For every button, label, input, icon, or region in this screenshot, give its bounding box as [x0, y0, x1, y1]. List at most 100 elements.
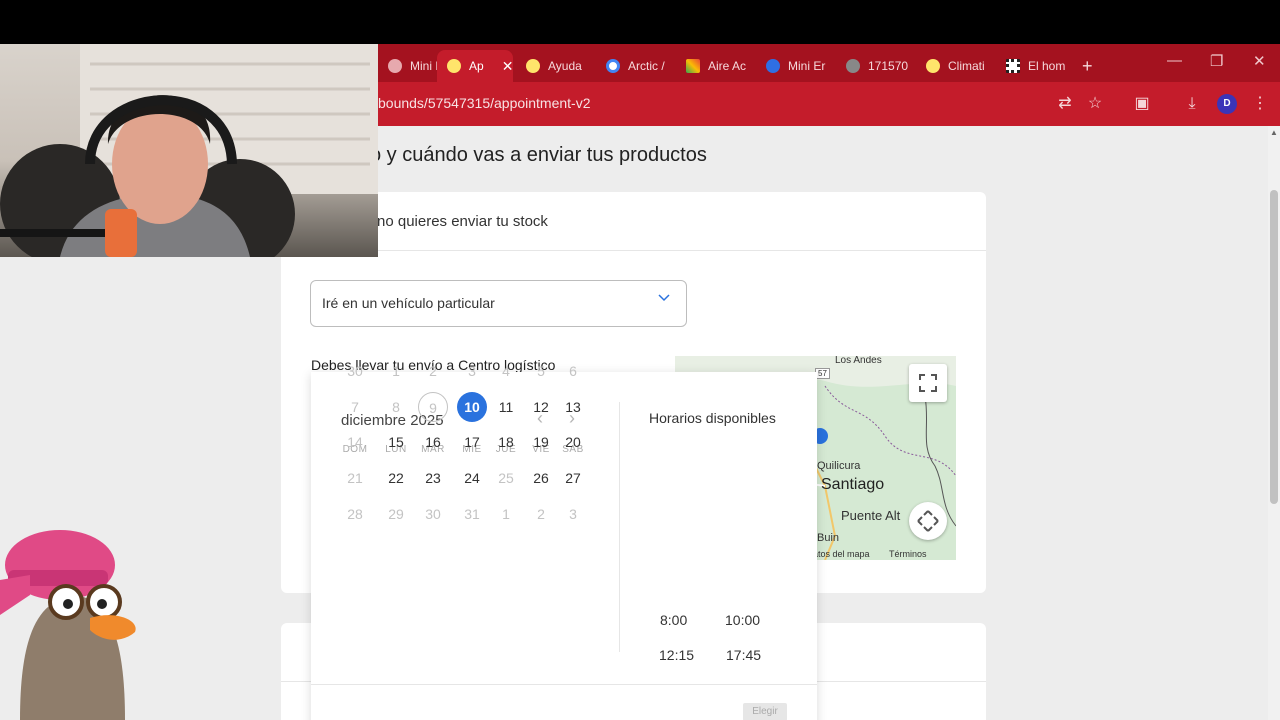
- calendar-day[interactable]: 20: [558, 427, 588, 457]
- shipping-method-select[interactable]: Iré en un vehículo particular: [310, 280, 687, 327]
- calendar-day[interactable]: 19: [526, 427, 556, 457]
- time-slot[interactable]: 12:15: [659, 647, 694, 663]
- star-icon[interactable]: ☆: [1085, 94, 1105, 114]
- calendar-day[interactable]: 18: [491, 427, 521, 457]
- card-title: no quieres enviar tu stock: [377, 213, 548, 230]
- calendar-day: 4: [502, 363, 510, 379]
- calendar-day[interactable]: 23: [418, 463, 448, 493]
- tab-ayuda[interactable]: Ayuda: [516, 50, 592, 82]
- colorful-icon: [686, 59, 700, 73]
- calendar-day[interactable]: 17: [457, 427, 487, 457]
- map-terms-link[interactable]: Términos: [889, 549, 927, 559]
- calendar-day: 3: [569, 506, 577, 522]
- translate-icon[interactable]: ⇄: [1055, 94, 1075, 114]
- calendar-day: 2: [537, 506, 545, 522]
- calendar-day: 30: [347, 363, 363, 379]
- tab-el-hom[interactable]: El hom: [996, 50, 1075, 82]
- webcam-overlay: [0, 44, 378, 257]
- map-pan-button[interactable]: [909, 502, 947, 540]
- tab-aire[interactable]: Aire Ac: [676, 50, 756, 82]
- tab-label: Ayuda: [548, 59, 582, 73]
- calendar-day[interactable]: 12: [526, 392, 556, 422]
- slots-title: Horarios disponibles: [649, 410, 776, 426]
- close-window-icon[interactable]: ✕: [1253, 52, 1266, 70]
- download-icon[interactable]: ⤓: [1182, 94, 1202, 114]
- screen-top-border: [0, 0, 1280, 44]
- calendar-day: 14: [347, 434, 363, 450]
- fullscreen-button[interactable]: [909, 364, 947, 402]
- calendar-day[interactable]: 11: [491, 392, 521, 422]
- calendar-day: 31: [464, 506, 480, 522]
- globe-icon: [846, 59, 860, 73]
- calendar-day[interactable]: 26: [526, 463, 556, 493]
- tab-label: Climati: [948, 59, 985, 73]
- restore-icon[interactable]: ❐: [1210, 52, 1223, 70]
- url-text[interactable]: bounds/57547315/appointment-v2: [378, 95, 591, 111]
- calendar-day: 21: [347, 470, 363, 486]
- chevron-down-icon: [658, 294, 670, 302]
- google-icon: [606, 59, 620, 73]
- minimize-icon[interactable]: —: [1167, 52, 1182, 69]
- time-slot[interactable]: 8:00: [660, 612, 687, 628]
- tab-171570[interactable]: 171570: [836, 50, 918, 82]
- tab-label: Mini Er: [788, 59, 826, 73]
- divider: [619, 402, 620, 652]
- calendar-day: 29: [388, 506, 404, 522]
- calendar-day: 8: [392, 399, 400, 415]
- new-tab-button[interactable]: +: [1072, 50, 1103, 82]
- webcam-person-image: [0, 44, 378, 257]
- page-title: o y cuándo vas a enviar tus productos: [370, 144, 707, 166]
- calendar-day[interactable]: 16: [418, 427, 448, 457]
- plus-icon: +: [1082, 55, 1093, 76]
- calendar-day[interactable]: 10: [457, 392, 487, 422]
- divider: [281, 250, 986, 251]
- time-slot[interactable]: 10:00: [725, 612, 760, 628]
- tab-climati[interactable]: Climati: [916, 50, 995, 82]
- divider: [311, 684, 817, 685]
- choose-button[interactable]: Elegir: [743, 703, 787, 720]
- calendar-day: 2: [429, 363, 437, 379]
- calendar-day: 1: [392, 363, 400, 379]
- calendar-day: 30: [425, 506, 441, 522]
- map-data-link[interactable]: atos del mapa: [813, 549, 870, 559]
- calendar-day: 3: [468, 363, 476, 379]
- scrollbar[interactable]: ▲: [1268, 126, 1280, 720]
- tab-label: Arctic /: [628, 59, 665, 73]
- tab-arctic[interactable]: Arctic /: [596, 50, 675, 82]
- brand-icon: [926, 59, 940, 73]
- map-label-quilicura: Quilicura: [817, 460, 861, 472]
- calendar-day: 5: [537, 363, 545, 379]
- map-label-santiago: Santiago: [821, 476, 885, 493]
- extensions-icon[interactable]: ▣: [1132, 94, 1152, 114]
- calendar-day: 7: [351, 399, 359, 415]
- scroll-up-icon[interactable]: ▲: [1270, 128, 1278, 137]
- tab-label: Ap: [469, 59, 484, 73]
- scrollbar-thumb[interactable]: [1270, 190, 1278, 504]
- move-arrows-icon: [917, 510, 939, 532]
- time-slot[interactable]: 17:45: [726, 647, 761, 663]
- tab-appointment[interactable]: Ap ✕: [437, 50, 513, 82]
- tab-label: 171570: [868, 59, 909, 73]
- calendar-day: 9: [418, 392, 448, 422]
- fullscreen-icon: [919, 374, 937, 392]
- blue-app-icon: [766, 59, 780, 73]
- calendar-day[interactable]: 13: [558, 392, 588, 422]
- calendar-day: 28: [347, 506, 363, 522]
- calendar-day[interactable]: 15: [381, 427, 411, 457]
- page-icon: [388, 59, 402, 73]
- map-label-los-andes: Los Andes: [835, 356, 882, 366]
- grid-icon: [1006, 59, 1020, 73]
- tab-mini-er-2[interactable]: Mini Er: [756, 50, 835, 82]
- calendar-day[interactable]: 24: [457, 463, 487, 493]
- calendar-day[interactable]: 27: [558, 463, 588, 493]
- tab-label: El hom: [1028, 59, 1066, 73]
- menu-icon[interactable]: ⋮: [1250, 94, 1270, 114]
- date-picker-popup: diciembre 2025 ‹ › DOM LUN MAR MIE JUE VIE SAB…: [311, 363, 817, 720]
- calendar-day: 6: [569, 363, 577, 379]
- map-label-puente-alto: Puente Alt: [841, 508, 901, 523]
- route-badge: 57: [815, 368, 830, 379]
- avatar[interactable]: D: [1217, 94, 1237, 114]
- calendar-day[interactable]: 22: [381, 463, 411, 493]
- close-tab-icon[interactable]: ✕: [502, 58, 514, 75]
- brand-icon: [447, 59, 461, 73]
